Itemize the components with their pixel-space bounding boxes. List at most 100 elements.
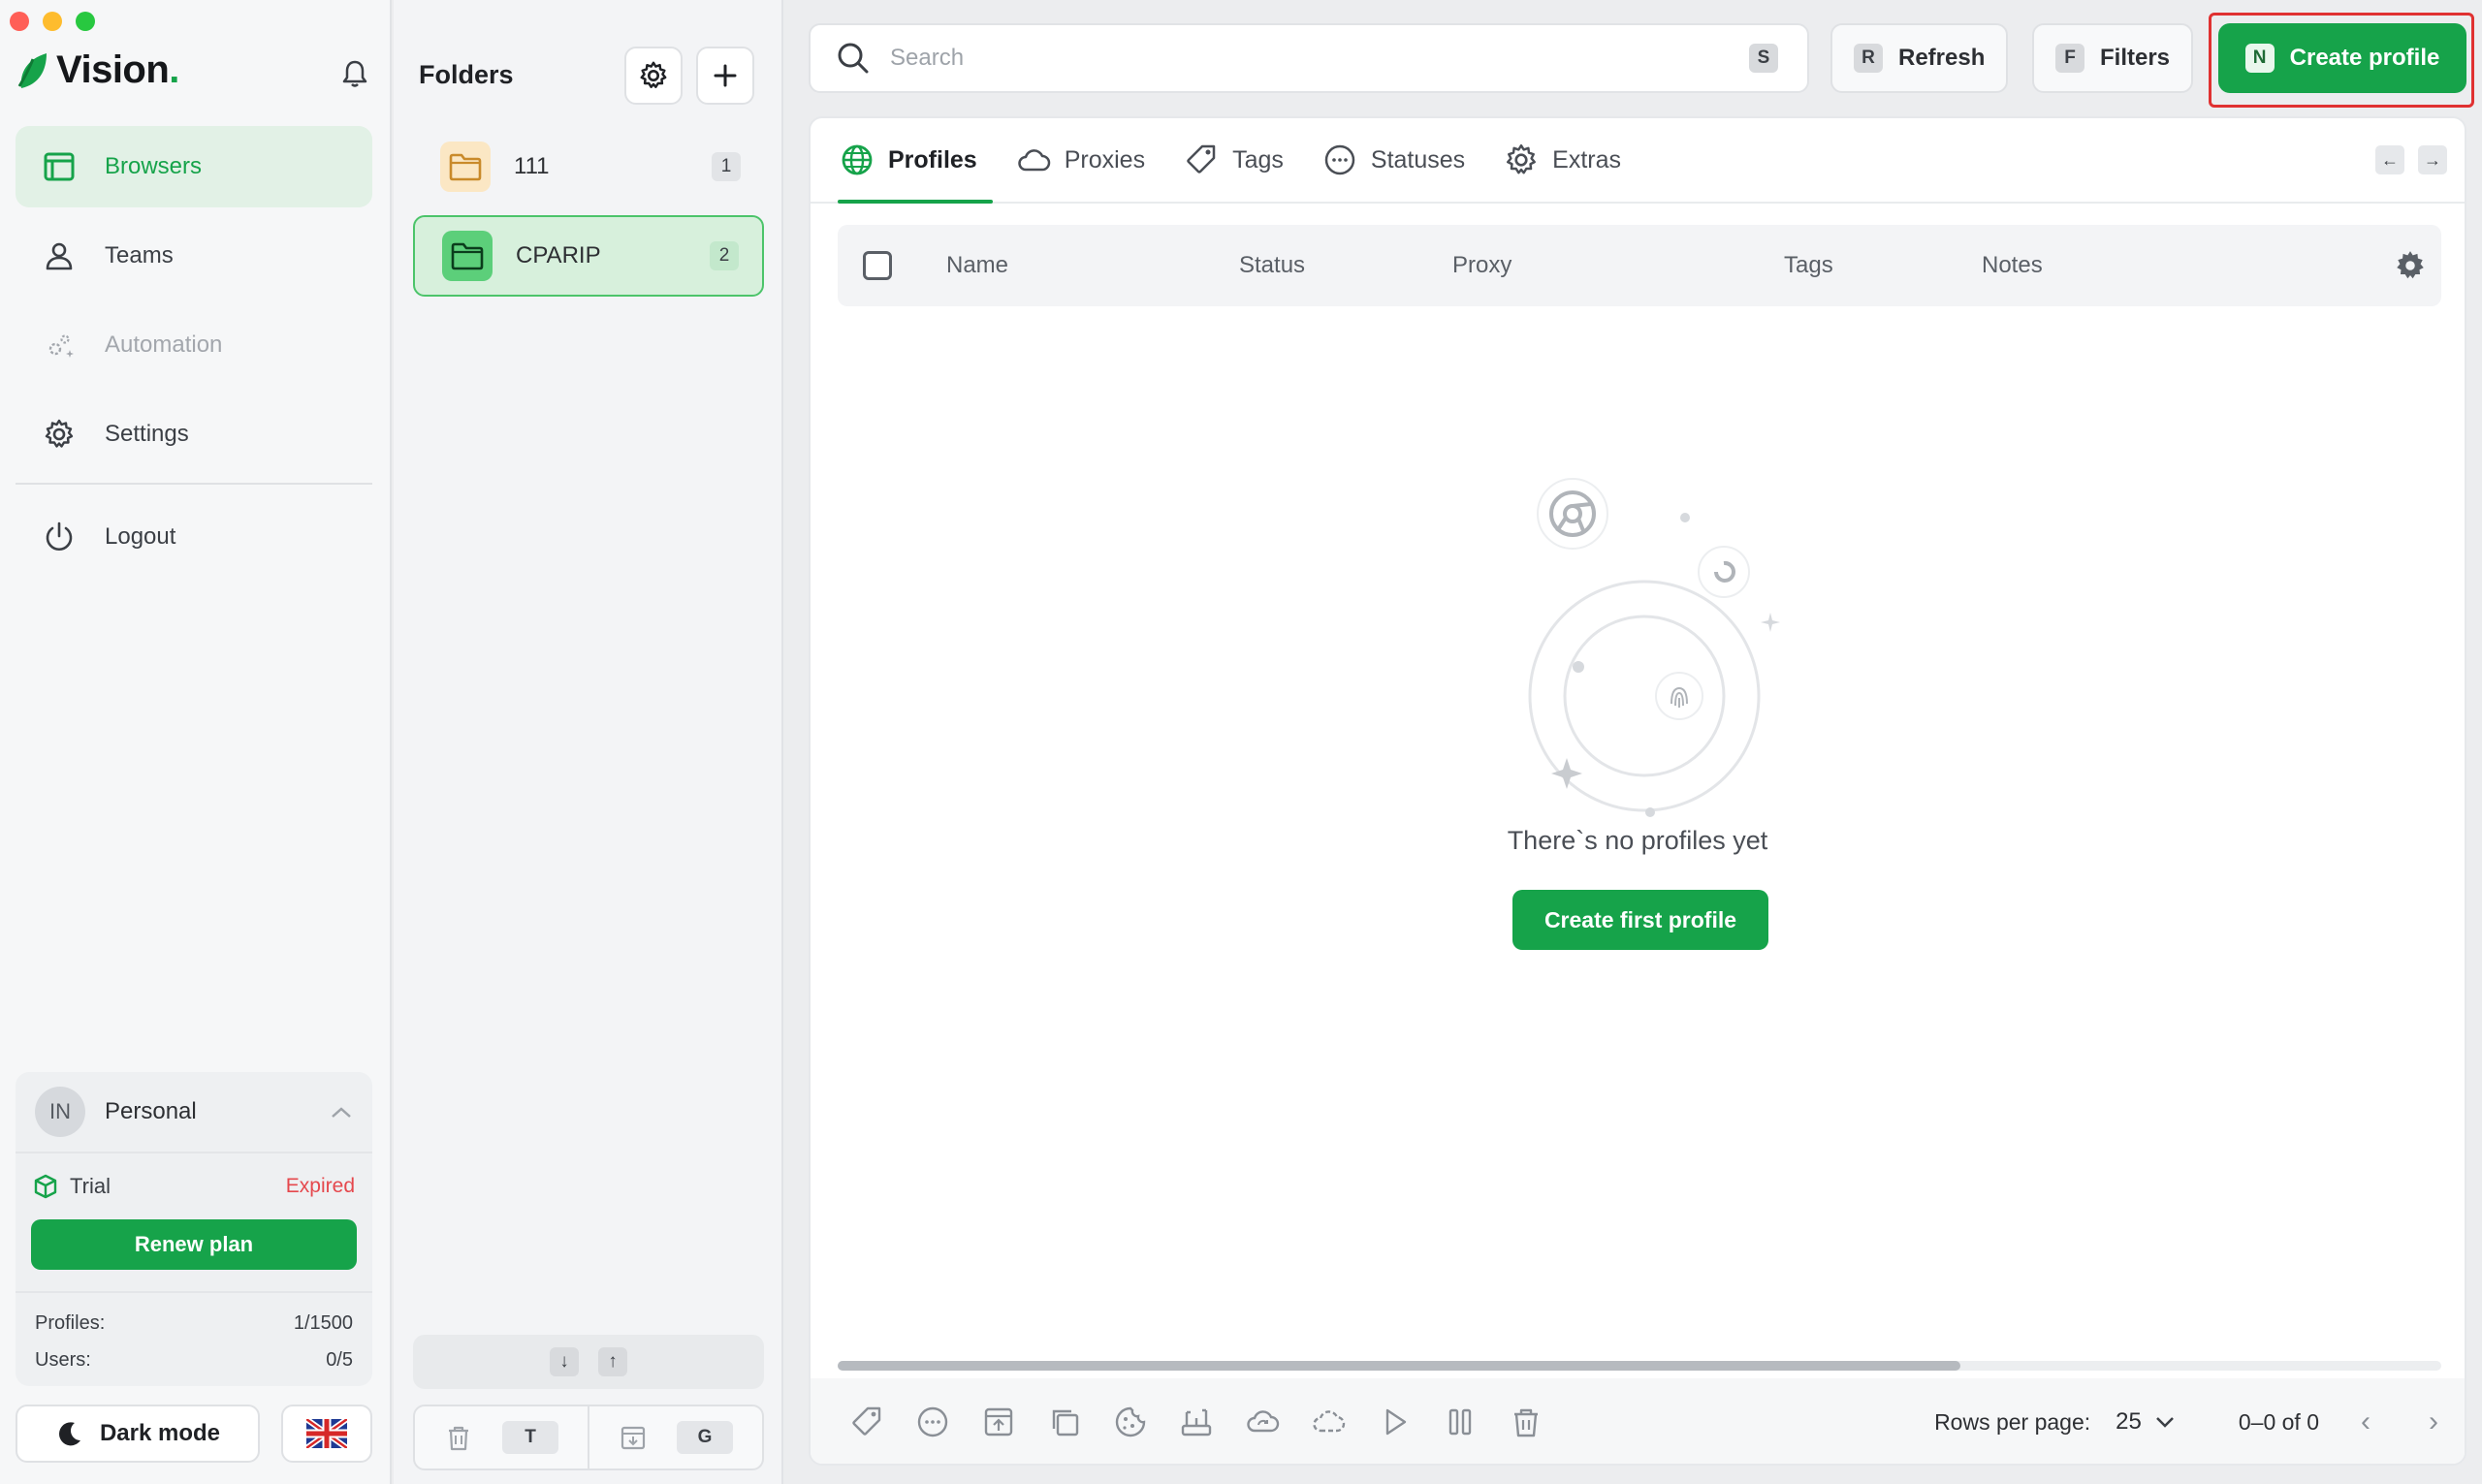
archive-upload-icon — [984, 1407, 1013, 1437]
tab-profiles[interactable]: Profiles — [838, 118, 993, 204]
filters-label: Filters — [2100, 45, 2171, 71]
window-controls — [10, 12, 95, 31]
folder-name: 111 — [514, 153, 550, 179]
profiles-usage-row: Profiles: 1/1500 — [35, 1305, 353, 1342]
sidebar-item-label: Settings — [105, 421, 189, 447]
dark-mode-button[interactable]: Dark mode — [16, 1405, 260, 1463]
tab-label: Statuses — [1370, 145, 1466, 174]
sidebar-item-teams[interactable]: Teams — [16, 215, 372, 297]
dots-circle-icon — [917, 1406, 948, 1437]
delete-folder-button[interactable]: T — [415, 1406, 588, 1468]
select-all-cell — [863, 225, 892, 306]
sidebar-item-label: Automation — [105, 332, 223, 358]
delete-shortcut-key: T — [502, 1421, 558, 1454]
avatar: IN — [35, 1087, 85, 1137]
play-icon — [1385, 1408, 1407, 1436]
maximize-window-button[interactable] — [76, 12, 95, 31]
sidebar-item-automation[interactable]: Automation — [16, 304, 372, 386]
dots-circle-icon — [1324, 144, 1355, 175]
archive-folder-button[interactable]: G — [588, 1406, 762, 1468]
tab-tags[interactable]: Tags — [1182, 118, 1286, 202]
select-all-checkbox[interactable] — [863, 251, 892, 280]
profiles-panel: Profiles Proxies Tags Statuses Extras ← … — [809, 116, 2466, 1466]
prev-page-button[interactable]: ‹ — [2344, 1405, 2387, 1438]
profiles-usage-value: 1/1500 — [293, 1311, 353, 1334]
bulk-cloud-off-button[interactable] — [1295, 1393, 1361, 1451]
users-usage-label: Users: — [35, 1348, 91, 1371]
column-header-status[interactable]: Status — [1239, 225, 1305, 306]
scroll-left-button[interactable]: ← — [2375, 145, 2404, 174]
brand-logo: Vision. — [17, 48, 179, 92]
column-settings-button[interactable] — [2393, 225, 2428, 306]
create-profile-button[interactable]: N Create profile — [2218, 23, 2466, 93]
column-header-notes[interactable]: Notes — [1982, 225, 2043, 306]
users-usage-row: Users: 0/5 — [35, 1342, 353, 1378]
pagination-range: 0–0 of 0 — [2238, 1408, 2319, 1435]
add-folder-button[interactable] — [696, 47, 754, 105]
bulk-stop-button[interactable] — [1427, 1393, 1493, 1451]
profiles-usage-label: Profiles: — [35, 1311, 106, 1334]
horizontal-scrollbar[interactable] — [838, 1361, 2441, 1371]
plan-status-badge: Expired — [285, 1175, 355, 1197]
folder-item[interactable]: 111 1 — [413, 126, 764, 207]
tab-scroll-arrows: ← → — [2375, 145, 2447, 174]
plan-name: Trial — [70, 1174, 111, 1198]
users-usage-value: 0/5 — [326, 1348, 353, 1371]
tab-statuses[interactable]: Statuses — [1321, 118, 1467, 202]
bulk-delete-button[interactable] — [1493, 1393, 1559, 1451]
folder-item[interactable]: CPARIP 2 — [413, 215, 764, 297]
sort-up-button[interactable]: ↑ — [598, 1347, 627, 1376]
tab-proxies[interactable]: Proxies — [1014, 118, 1147, 202]
refresh-button[interactable]: R Refresh — [1830, 23, 2009, 93]
bulk-start-button[interactable] — [1361, 1393, 1427, 1451]
rows-per-page-select[interactable]: 25 — [2116, 1408, 2175, 1436]
search-shortcut-key: S — [1749, 44, 1778, 73]
uk-flag-icon — [306, 1419, 347, 1448]
bulk-export-button[interactable] — [966, 1393, 1032, 1451]
trash-icon — [449, 1426, 468, 1451]
sort-down-button[interactable]: ↓ — [550, 1347, 579, 1376]
bulk-status-button[interactable] — [900, 1393, 966, 1451]
renew-plan-button[interactable]: Renew plan — [31, 1219, 357, 1270]
trash-icon — [1514, 1408, 1538, 1437]
cookie-icon — [1115, 1406, 1146, 1437]
sidebar-item-label: Logout — [105, 523, 176, 550]
sidebar-item-settings[interactable]: Settings — [16, 394, 372, 475]
create-first-profile-button[interactable]: Create first profile — [1512, 890, 1768, 950]
folder-actions: T G — [413, 1405, 764, 1470]
search-input[interactable] — [890, 45, 1730, 72]
scroll-right-button[interactable]: → — [2418, 145, 2447, 174]
bulk-cookies-button[interactable] — [1098, 1393, 1163, 1451]
bulk-sync-button[interactable] — [1229, 1393, 1295, 1451]
sidebar: Vision. Browsers Teams Automation Settin… — [0, 0, 392, 1484]
folder-settings-button[interactable] — [624, 47, 683, 105]
column-header-name[interactable]: Name — [946, 225, 1008, 306]
refresh-label: Refresh — [1898, 45, 1986, 71]
tab-label: Proxies — [1064, 145, 1146, 174]
account-switcher[interactable]: IN Personal — [16, 1072, 372, 1153]
table-header: Name Status Proxy Tags Notes — [838, 225, 2441, 306]
sidebar-item-label: Browsers — [105, 153, 203, 179]
tab-extras[interactable]: Extras — [1502, 118, 1623, 202]
sidebar-item-logout[interactable]: Logout — [16, 496, 372, 578]
scrollbar-thumb[interactable] — [838, 1361, 1960, 1371]
bulk-actions-footer: Rows per page: 25 0–0 of 0 ‹ › — [811, 1378, 2465, 1464]
language-button[interactable] — [281, 1405, 372, 1463]
column-header-proxy[interactable]: Proxy — [1452, 225, 1511, 306]
bulk-copy-button[interactable] — [1032, 1393, 1098, 1451]
bulk-tag-button[interactable] — [834, 1393, 900, 1451]
rows-per-page-label: Rows per page: — [1934, 1408, 2091, 1435]
bulk-proxy-button[interactable] — [1163, 1393, 1229, 1451]
globe-icon — [842, 144, 873, 175]
filters-shortcut-key: F — [2055, 44, 2084, 73]
close-window-button[interactable] — [10, 12, 29, 31]
sparkle-icon — [1761, 613, 1780, 632]
search-icon — [838, 43, 869, 74]
minimize-window-button[interactable] — [43, 12, 62, 31]
column-header-tags[interactable]: Tags — [1784, 225, 1833, 306]
folder-name: CPARIP — [516, 242, 601, 268]
sidebar-item-browsers[interactable]: Browsers — [16, 126, 372, 207]
filters-button[interactable]: F Filters — [2032, 23, 2194, 93]
next-page-button[interactable]: › — [2412, 1405, 2455, 1438]
bell-icon[interactable] — [339, 58, 370, 89]
